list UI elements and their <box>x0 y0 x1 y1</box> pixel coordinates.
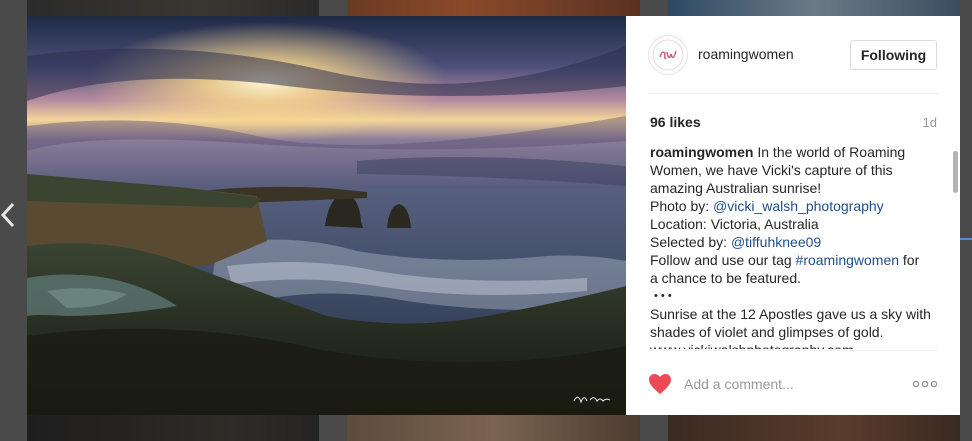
caption-location: Location: Victoria, Australia <box>650 216 819 232</box>
like-button[interactable] <box>648 373 672 395</box>
comment-input[interactable] <box>684 373 884 395</box>
caption-scrollbar[interactable] <box>953 151 958 193</box>
brand-logo <box>652 39 684 71</box>
heart-icon <box>649 374 671 394</box>
more-options-icon <box>912 380 938 388</box>
caption-text: a chance to be featured. <box>650 270 801 286</box>
chevron-left-icon <box>0 202 15 228</box>
caption-text: In the world of Roaming <box>753 144 906 160</box>
feed-tile[interactable] <box>347 0 640 16</box>
caption-text: Follow and use our tag <box>650 252 796 268</box>
likes-count[interactable]: 96 likes <box>650 114 701 130</box>
caption-author-link[interactable]: roamingwomen <box>650 144 753 160</box>
selector-mention-link[interactable]: @tiffuhknee09 <box>731 234 821 250</box>
feed-tile[interactable] <box>347 415 640 441</box>
photographer-mention-link[interactable]: @vicki_walsh_photography <box>713 198 884 214</box>
post-details-panel: roamingwomen Following 96 likes 1d roami… <box>626 16 960 415</box>
previous-post-button[interactable] <box>0 200 18 230</box>
hashtag-link[interactable]: #roamingwomen <box>796 252 900 268</box>
post-timestamp[interactable]: 1d <box>923 115 937 130</box>
feed-accent-line <box>960 238 972 240</box>
caption-text: Photo by: <box>650 198 714 214</box>
feed-tile[interactable] <box>27 415 319 441</box>
feed-tile[interactable] <box>668 0 960 16</box>
caption-story: Sunrise at the 12 Apostles gave us a sky… <box>650 306 931 340</box>
feed-tile[interactable] <box>668 415 960 441</box>
more-options-button[interactable] <box>912 374 938 394</box>
photographer-signature <box>573 396 611 404</box>
caption-text: Selected by: <box>650 234 731 250</box>
post-photo[interactable] <box>27 16 626 415</box>
caption-text: for <box>899 252 920 268</box>
caption-cutoff-text: www.vickiwalshphotography.com <box>650 341 946 349</box>
post-caption: roamingwomen In the world of Roaming Wom… <box>650 143 946 349</box>
post-header: roamingwomen Following <box>648 16 938 94</box>
avatar[interactable] <box>648 35 688 75</box>
feed-tile[interactable] <box>27 0 319 16</box>
divider <box>648 350 938 351</box>
caption-text: amazing Australian sunrise! <box>650 180 822 196</box>
following-button[interactable]: Following <box>850 40 937 70</box>
caption-text: Women, we have Vicki's capture of this <box>650 162 893 178</box>
username-link[interactable]: roamingwomen <box>698 46 794 62</box>
caption-separator: • • • <box>654 290 672 302</box>
